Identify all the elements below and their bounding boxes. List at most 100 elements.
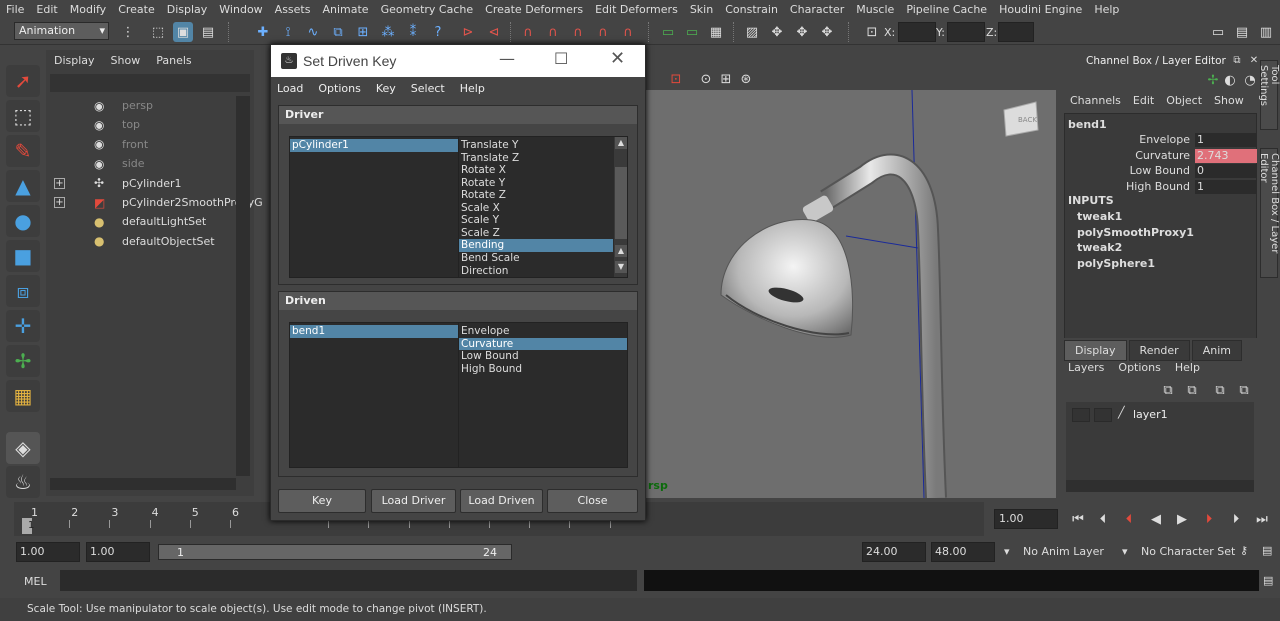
scroll-up-icon[interactable]: ▲	[615, 245, 627, 257]
expand-icon[interactable]: +	[54, 197, 65, 208]
z-field[interactable]	[998, 22, 1034, 42]
viewport-tool-icon-1[interactable]: ⊡	[666, 69, 686, 89]
input-node[interactable]: polySmoothProxy1	[1077, 226, 1194, 241]
driven-attr-list[interactable]: Envelope Curvature Low Bound High Bound	[458, 322, 628, 468]
outliner-vscroll[interactable]	[236, 96, 250, 476]
command-input[interactable]	[60, 570, 637, 591]
scroll-up-icon[interactable]: ▲	[615, 137, 627, 149]
float-icon[interactable]: ⧉	[1230, 53, 1244, 67]
outliner-item[interactable]: ◉ side	[50, 154, 240, 173]
layout-single-icon[interactable]: ◈	[6, 432, 40, 464]
scroll-down-icon[interactable]: ▼	[615, 261, 627, 273]
menu-edit[interactable]: Edit	[30, 3, 63, 16]
step-forward-key-icon[interactable]: ⏵	[1226, 509, 1246, 529]
menu-help[interactable]: Help	[1088, 3, 1125, 16]
soft-select-icon[interactable]: ⁂	[378, 22, 398, 42]
input-node[interactable]: tweak2	[1077, 241, 1122, 256]
channel-menu-channels[interactable]: Channels	[1064, 94, 1127, 107]
menu-window[interactable]: Window	[213, 3, 268, 16]
layer-hscroll[interactable]	[1066, 480, 1254, 492]
outliner-menu-show[interactable]: Show	[103, 54, 149, 67]
viewport-3d[interactable]: BACK rsp	[646, 89, 1056, 499]
start-time-field[interactable]: 1.00	[16, 542, 80, 562]
menu-create-deformers[interactable]: Create Deformers	[479, 3, 589, 16]
outliner-item[interactable]: ◉ front	[50, 135, 240, 154]
input-ops-icon[interactable]: ⊳	[458, 22, 478, 42]
next-key-icon[interactable]: ⏵	[1199, 509, 1219, 529]
driver-attr-item[interactable]: Direction	[459, 265, 613, 278]
driver-object-item[interactable]: pCylinder1	[290, 139, 458, 152]
paint-select-tool-icon[interactable]: ✎	[6, 135, 40, 167]
driver-object-list[interactable]: pCylinder1	[289, 136, 459, 278]
magnet-icon-3[interactable]: ∩	[568, 22, 588, 42]
tab-anim[interactable]: Anim	[1191, 340, 1242, 361]
dialog-menu-help[interactable]: Help	[454, 82, 494, 95]
character-set-label[interactable]: No Character Set	[1141, 545, 1235, 558]
show-manipulator-icon[interactable]: ✢	[6, 345, 40, 377]
chevron-down-icon[interactable]: ▾	[1122, 545, 1128, 558]
select-by-hierarchy-icon[interactable]: ⋮	[118, 22, 138, 42]
attribute-value[interactable]: 1	[1195, 133, 1257, 147]
attribute-value[interactable]: 2.743	[1195, 148, 1257, 163]
output-ops-icon[interactable]: ⊲	[484, 22, 504, 42]
new-layer-icon-4[interactable]: ⧉	[1234, 380, 1254, 400]
cb-tool-icon-3[interactable]: ◔	[1240, 70, 1260, 90]
menu-assets[interactable]: Assets	[269, 3, 317, 16]
viewport-tool-icon-2[interactable]: ⊙	[696, 69, 716, 89]
layer-menu-layers[interactable]: Layers	[1068, 361, 1118, 374]
driver-attr-item[interactable]: Rotate Z	[459, 189, 613, 202]
menu-display[interactable]: Display	[161, 3, 214, 16]
play-forward-icon[interactable]: ▶	[1172, 509, 1192, 529]
outliner-layout-icon[interactable]: ♨	[6, 466, 40, 498]
select-by-component-icon[interactable]: ▣	[173, 22, 193, 42]
new-layer-icon-1[interactable]: ⧉	[1158, 380, 1178, 400]
driver-attr-item[interactable]: Translate Z	[459, 152, 613, 165]
menu-create[interactable]: Create	[112, 3, 161, 16]
load-driven-button[interactable]: Load Driven	[460, 489, 543, 513]
new-layer-icon-3[interactable]: ⧉	[1210, 380, 1230, 400]
layer-name[interactable]: layer1	[1133, 408, 1168, 421]
menu-file[interactable]: File	[0, 3, 30, 16]
menu-constrain[interactable]: Constrain	[719, 3, 784, 16]
tab-render[interactable]: Render	[1128, 340, 1190, 361]
channel-box-icon[interactable]: ▥	[1256, 22, 1276, 42]
render-settings-icon[interactable]: ▦	[706, 22, 726, 42]
lasso-tool-icon[interactable]: ⬚	[6, 100, 40, 132]
driver-attr-item[interactable]: Scale Z	[459, 227, 613, 240]
end-time-field[interactable]: 48.00	[931, 542, 995, 562]
menu-muscle[interactable]: Muscle	[850, 3, 900, 16]
universal-manipulator-icon[interactable]: ⧈	[6, 275, 40, 307]
snap-curve-icon[interactable]: ⟟	[278, 22, 298, 42]
minimize-icon[interactable]: —	[499, 49, 515, 68]
driver-attr-item[interactable]: Rotate X	[459, 164, 613, 177]
expand-icon[interactable]: +	[54, 177, 65, 189]
tab-display[interactable]: Display	[1064, 340, 1127, 361]
magnet-icon-2[interactable]: ∩	[543, 22, 563, 42]
mask-icon[interactable]: ▤	[198, 22, 218, 42]
load-driver-button[interactable]: Load Driver	[371, 489, 456, 513]
attribute-value[interactable]: 1	[1195, 179, 1257, 194]
render-icon[interactable]: ▭	[658, 22, 678, 42]
channel-menu-edit[interactable]: Edit	[1127, 94, 1160, 107]
anim-layer-label[interactable]: No Anim Layer	[1023, 545, 1104, 558]
driven-object-item[interactable]: bend1	[290, 325, 458, 338]
outliner-hscroll[interactable]	[50, 478, 236, 490]
move-tool-icon[interactable]: ▲	[6, 170, 40, 202]
driver-attr-list[interactable]: Translate Y Translate Z Rotate X Rotate Y Ro…	[458, 136, 628, 278]
outliner-item[interactable]: + ✣ pCylinder1	[50, 174, 240, 193]
driven-object-list[interactable]: bend1	[289, 322, 459, 468]
attribute-editor-icon[interactable]: ▤	[1232, 22, 1252, 42]
layout-icon[interactable]: ▭	[1208, 22, 1228, 42]
magnet-icon-5[interactable]: ∩	[618, 22, 638, 42]
driver-attr-item[interactable]: Scale X	[459, 202, 613, 215]
scroll-thumb[interactable]	[615, 167, 627, 239]
prev-key-icon[interactable]: ⏴	[1119, 509, 1139, 529]
menu-houdini-engine[interactable]: Houdini Engine	[993, 3, 1088, 16]
driver-attr-scrollbar[interactable]: ▲ ▲ ▼	[614, 137, 627, 277]
y-field[interactable]	[947, 22, 985, 42]
driven-attr-item[interactable]: Low Bound	[459, 350, 627, 363]
outliner-filter-field[interactable]	[50, 74, 250, 92]
step-back-key-icon[interactable]: ⏴	[1093, 509, 1113, 529]
channel-menu-object[interactable]: Object	[1160, 94, 1208, 107]
menu-character[interactable]: Character	[784, 3, 850, 16]
